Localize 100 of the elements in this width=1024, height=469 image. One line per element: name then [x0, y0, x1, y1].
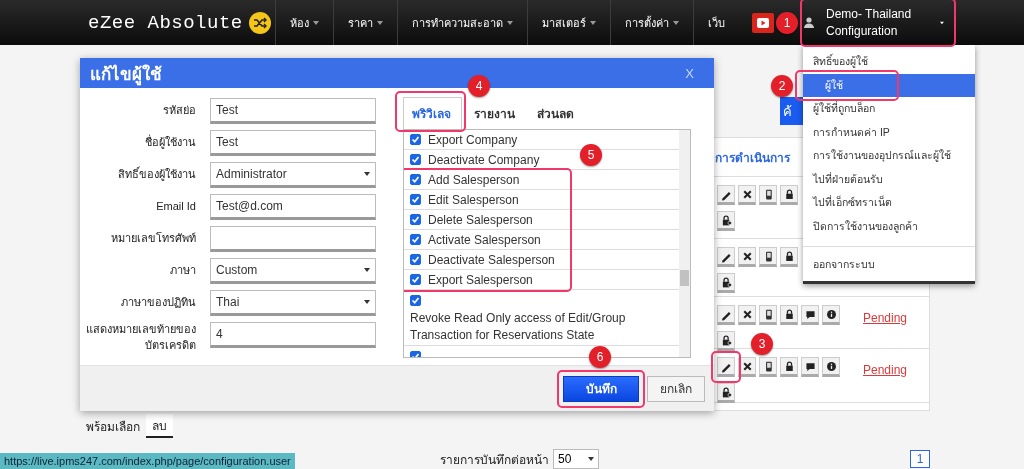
nav-menu-item[interactable]: การทำความสะอาด	[396, 0, 527, 45]
step-badge: 4	[468, 75, 490, 97]
nav-menu-item[interactable]: การตั้งค่า	[609, 0, 693, 45]
privilege-label: Deactivate Salesperson	[428, 252, 555, 267]
action-button[interactable]	[717, 383, 735, 403]
action-button[interactable]	[780, 305, 798, 325]
edit-button[interactable]	[717, 305, 735, 325]
field-label: รหัสย่อ	[162, 103, 196, 119]
checkbox[interactable]	[410, 295, 421, 306]
checkbox[interactable]	[410, 154, 421, 165]
menu-item[interactable]: ปิดการใช้งานของลูกค้า	[803, 214, 975, 238]
nav-menu-item[interactable]: ราคา	[332, 0, 397, 45]
caret-icon	[589, 20, 596, 25]
action-button[interactable]	[759, 247, 777, 267]
action-button[interactable]	[801, 357, 819, 377]
caret-icon	[672, 20, 679, 25]
action-button[interactable]	[801, 305, 819, 325]
nav-menu-item[interactable]: เว็บ	[692, 0, 739, 45]
tab[interactable]: รายงาน	[466, 98, 525, 129]
field-label: แสดงหมายเลขท้ายของบัตรเครดิต	[85, 322, 196, 353]
action-button[interactable]	[780, 185, 798, 205]
menu-item[interactable]: ผู้ใช้	[803, 73, 975, 97]
input-field[interactable]: Test	[210, 98, 376, 124]
menu-item[interactable]: ออกจากระบบ	[803, 253, 975, 277]
action-button[interactable]	[759, 305, 777, 325]
checkbox[interactable]	[410, 194, 421, 205]
action-button[interactable]	[717, 331, 735, 351]
status-link[interactable]: Pending	[863, 311, 908, 348]
caret-icon	[376, 20, 383, 25]
caret-icon	[364, 300, 370, 304]
action-button[interactable]	[738, 305, 756, 325]
menu-item[interactable]: การใช้งานของอุปกรณ์และผู้ใช้	[803, 144, 975, 168]
input-field[interactable]	[210, 226, 376, 252]
per-page-select[interactable]: 50	[553, 449, 599, 469]
menu-item[interactable]: ไปที่เอ็กซ์ทราเน็ต	[803, 191, 975, 215]
caret-icon	[940, 20, 944, 25]
privilege-label: Export Salesperson	[428, 272, 533, 287]
checkbox[interactable]	[410, 174, 421, 185]
field-label: สิทธิ์ของผู้ใช้งาน	[117, 167, 196, 183]
action-button[interactable]	[759, 185, 777, 205]
action-button[interactable]	[780, 247, 798, 267]
edit-button[interactable]	[717, 247, 735, 267]
step-badge: 6	[589, 345, 611, 368]
nav-menu-item[interactable]: มาสเตอร์	[526, 0, 610, 45]
scrollbar[interactable]	[679, 130, 690, 357]
action-button[interactable]	[822, 357, 840, 377]
status-url: https://live.ipms247.com/index.php/page/configuration.user	[0, 453, 295, 469]
menu-item[interactable]: ไปที่ฝ่ายต้อนรับ	[803, 167, 975, 191]
action-button[interactable]	[759, 357, 777, 377]
field-label: ภาษาของปฏิทิน	[120, 295, 196, 311]
edit-button[interactable]	[717, 357, 735, 377]
step-badge: 1	[776, 12, 798, 35]
step-badge: 3	[751, 333, 773, 355]
caret-icon	[364, 172, 370, 176]
select-field[interactable]: Thai	[210, 290, 376, 316]
checkbox[interactable]	[410, 254, 421, 265]
step-badge: 5	[580, 144, 602, 166]
action-button[interactable]	[717, 211, 735, 231]
dialog-title: แก้ไขผู้ใช้	[90, 63, 162, 87]
menu-item[interactable]: สิทธิ์ของผู้ใช้	[803, 50, 975, 74]
caret-icon	[588, 457, 594, 461]
checkbox[interactable]	[410, 234, 421, 245]
input-field[interactable]: Test@d.com	[210, 194, 376, 220]
checkbox[interactable]	[410, 274, 421, 285]
privilege-label: Activate Salesperson	[428, 232, 541, 247]
tab[interactable]: พริวิเลจ	[403, 97, 462, 129]
checkbox[interactable]	[410, 134, 421, 145]
per-page-label: รายการบันทึกต่อหน้า	[440, 451, 549, 469]
column-header[interactable]: การดำเนินการ	[715, 147, 790, 167]
action-button[interactable]	[738, 247, 756, 267]
checkbox[interactable]	[410, 214, 421, 225]
edit-button[interactable]	[717, 185, 735, 205]
tab[interactable]: ส่วนลด	[529, 98, 584, 129]
action-button[interactable]	[738, 185, 756, 205]
field-label: ภาษา	[169, 263, 196, 279]
video-play-icon[interactable]	[752, 12, 774, 33]
status-link[interactable]: Pending	[863, 363, 908, 402]
privilege-label: Export Company	[428, 132, 518, 147]
privilege-label: Revoke Read Only access of Edit/Group Transaction for Reservations State	[410, 310, 626, 342]
user-icon	[804, 17, 814, 28]
save-button[interactable]: บันทึก	[563, 375, 639, 402]
tab[interactable]: ลบ	[146, 414, 173, 438]
action-button[interactable]	[780, 357, 798, 377]
action-button[interactable]	[822, 305, 840, 325]
input-field[interactable]: Test	[210, 130, 376, 156]
info-icon	[824, 307, 838, 321]
caret-icon	[312, 20, 319, 25]
input-field[interactable]: 4	[210, 322, 376, 348]
privilege-label: Delete Salesperson	[428, 212, 533, 227]
page-button[interactable]: 1	[910, 450, 930, 468]
app-logo: eZee Absolute	[88, 11, 243, 34]
select-field[interactable]: Custom	[210, 258, 376, 284]
select-field[interactable]: Administrator	[210, 162, 376, 188]
info-icon	[824, 359, 838, 373]
user-menu-button[interactable]: Demo- Thailand Configuration	[822, 2, 946, 43]
cancel-button[interactable]: ยกเลิก	[647, 375, 705, 402]
tab[interactable]: พร้อมเลือก	[80, 414, 146, 438]
nav-menu-item[interactable]: ห้อง	[274, 0, 333, 45]
action-button[interactable]	[717, 273, 735, 293]
field-label: หมายเลขโทรศัพท์	[110, 231, 196, 247]
